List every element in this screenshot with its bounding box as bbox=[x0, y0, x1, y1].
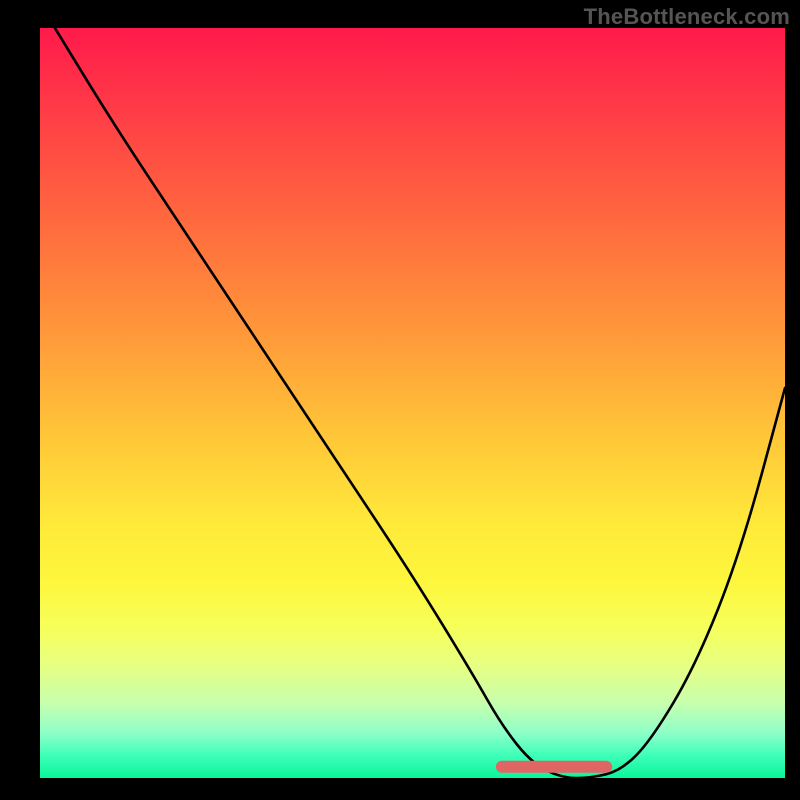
bottleneck-curve-path bbox=[55, 28, 785, 778]
watermark-text: TheBottleneck.com bbox=[584, 4, 790, 30]
plot-area bbox=[40, 28, 785, 778]
chart-svg bbox=[40, 28, 785, 778]
chart-frame: TheBottleneck.com bbox=[0, 0, 800, 800]
